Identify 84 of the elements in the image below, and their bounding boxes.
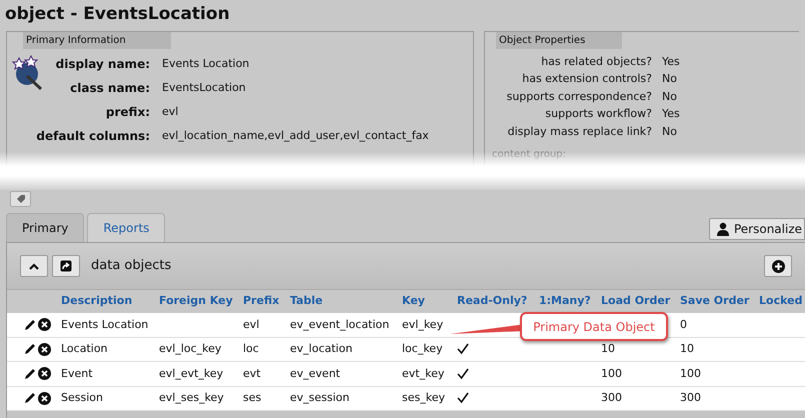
prefix-cell: loc: [243, 342, 259, 355]
checkmark-icon: [457, 368, 469, 380]
personalize-button[interactable]: Personalize: [708, 218, 805, 240]
tag-button[interactable]: [10, 191, 31, 207]
tag-icon: [16, 194, 26, 204]
key-cell: evl_key: [402, 318, 444, 330]
table-cell: ev_session: [290, 391, 350, 404]
load-order-cell: 10: [601, 342, 615, 355]
edit-pencil-icon[interactable]: [23, 318, 37, 332]
remove-icon[interactable]: [38, 342, 51, 356]
property-value: No: [662, 124, 677, 140]
page-title: object - EventsLocation: [4, 3, 231, 25]
property-value: No: [662, 71, 677, 87]
column-header[interactable]: Foreign Key: [159, 294, 233, 308]
property-value: No: [662, 88, 677, 104]
table-cell: ev_event_location: [290, 318, 390, 330]
foreign-key-cell: evl_evt_key: [159, 366, 224, 380]
field-value: Events Location: [162, 56, 250, 72]
property-value: Yes: [662, 54, 680, 70]
export-button[interactable]: [52, 255, 80, 277]
table-cell: ev_event: [290, 366, 340, 380]
property-value: Yes: [662, 106, 680, 122]
tab[interactable]: Reports: [87, 213, 166, 242]
property-label: has extension controls?: [521, 71, 652, 87]
save-order-cell: 10: [680, 342, 694, 355]
table-cell: ev_location: [290, 342, 352, 355]
column-header[interactable]: Key: [402, 294, 425, 308]
key-cell: loc_key: [402, 342, 443, 355]
column-header[interactable]: Load Order: [601, 294, 670, 308]
property-label: supports workflow?: [544, 106, 652, 122]
prefix-cell: evt: [243, 366, 261, 380]
column-header[interactable]: Save Order: [680, 294, 750, 308]
person-icon: [716, 222, 730, 236]
prefix-cell: evl: [243, 318, 260, 330]
panel-heading: Primary Information: [23, 32, 171, 49]
field-value: evl_location_name,evl_add_user,evl_contact_fax: [162, 128, 429, 144]
field-label: prefix:: [104, 104, 150, 121]
field-value: evl: [162, 104, 178, 120]
save-order-cell: 0: [680, 318, 687, 330]
share-icon: [60, 260, 72, 272]
remove-icon[interactable]: [38, 318, 51, 332]
foreign-key-cell: evl_ses_key: [159, 391, 224, 404]
property-label: has related objects?: [540, 54, 652, 70]
property-label: supports correspondence?: [506, 88, 652, 104]
checkmark-icon: [457, 392, 469, 404]
key-cell: evt_key: [402, 366, 444, 380]
panel-heading: Object Properties: [496, 32, 622, 49]
foreign-key-cell: evl_loc_key: [159, 342, 222, 355]
collapse-button[interactable]: [20, 255, 48, 277]
column-header[interactable]: Table: [290, 294, 323, 308]
key-cell: ses_key: [402, 391, 445, 404]
edit-pencil-icon[interactable]: [23, 391, 37, 406]
checkmark-icon: [457, 343, 469, 356]
column-header[interactable]: Prefix: [243, 294, 280, 308]
chevron-up-icon: [29, 262, 39, 270]
remove-icon[interactable]: [38, 367, 51, 380]
remove-icon[interactable]: [38, 392, 51, 405]
load-order-cell: 300: [601, 391, 622, 404]
description-cell: Session: [61, 391, 103, 404]
wand-stars-icon: [11, 54, 45, 90]
section-title: data objects: [91, 257, 172, 276]
description-cell: Event: [61, 366, 93, 380]
prefix-cell: ses: [243, 391, 262, 404]
save-order-cell: 300: [680, 391, 701, 404]
property-label: display mass replace link?: [506, 124, 652, 140]
save-order-cell: 100: [680, 366, 701, 380]
column-header[interactable]: Locked: [759, 294, 802, 308]
edit-pencil-icon[interactable]: [23, 342, 37, 356]
content-group-label: content group:: [492, 148, 567, 162]
column-header[interactable]: Description: [61, 294, 132, 308]
load-order-cell: 100: [601, 366, 622, 380]
field-label: default columns:: [35, 128, 150, 145]
column-header[interactable]: Read-Only?: [457, 294, 528, 308]
tab[interactable]: Primary: [6, 213, 84, 242]
add-button[interactable]: [764, 255, 792, 277]
field-label: display name:: [54, 56, 150, 73]
callout: Primary Data Object: [520, 312, 668, 341]
field-label: class name:: [69, 80, 150, 97]
description-cell: Location: [61, 342, 108, 355]
field-value: EventsLocation: [162, 80, 246, 96]
column-header[interactable]: 1:Many?: [539, 294, 591, 308]
edit-pencil-icon[interactable]: [23, 366, 37, 381]
description-cell: Events Location: [61, 318, 148, 330]
plus-circle-icon: [772, 260, 784, 272]
